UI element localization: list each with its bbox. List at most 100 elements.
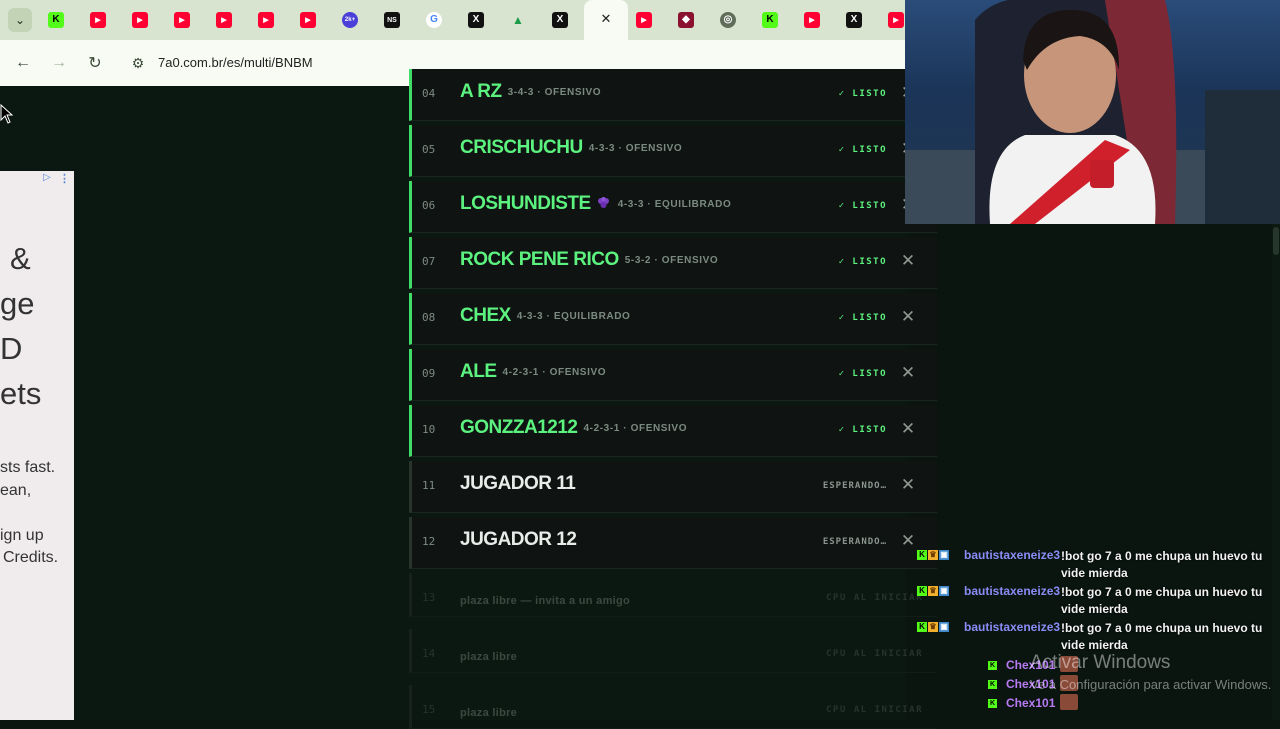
google-icon[interactable]: G — [426, 12, 442, 28]
kick-player-button[interactable]: ✕ — [899, 306, 917, 328]
ad-text: Credits. — [3, 549, 59, 566]
back-button[interactable]: ← — [12, 52, 34, 74]
youtube-icon[interactable]: ▶ — [174, 12, 190, 28]
youtube-icon[interactable]: ▶ — [300, 12, 316, 28]
player-row: 12 JUGADOR 12 ESPERANDO… ✕ — [409, 517, 937, 569]
chat-badges: K ♛ ▣ — [917, 622, 950, 636]
game-icon[interactable]: ◆ — [678, 12, 694, 28]
player-name-group: ROCK PENE RICO 5-3-2 · OFENSIVO — [460, 249, 718, 271]
kick-icon[interactable]: K — [762, 12, 778, 28]
chat-text: !bot go 7 a 0 me chupa un huevo tu vide … — [1061, 621, 1263, 652]
kick-icon[interactable]: K — [48, 12, 64, 28]
player-name-group: A RZ 3-4-3 · OFENSIVO — [460, 81, 601, 103]
reload-button[interactable]: ↻ — [84, 52, 106, 74]
player-name-group: LOSHUNDISTE 4-3-3 · EQUILIBRADO — [460, 193, 731, 215]
advertisement[interactable]: ▷ ⋮ & ge D ets sts fast. ean, ign up Cre… — [0, 171, 74, 720]
player-row: 06LOSHUNDISTE4-3-3 · EQUILIBRADO✓ LISTO✕ — [409, 181, 937, 233]
webcam-overlay — [905, 0, 1280, 224]
chat-username[interactable]: bautistaxeneize3 — [964, 584, 1060, 598]
youtube-icon[interactable]: ▶ — [888, 12, 904, 28]
tab-search-menu[interactable]: ⌄ — [8, 8, 32, 32]
player-name: LOSHUNDISTE — [460, 193, 591, 214]
player-name-group: plaza libre — invita a un amigo — [460, 595, 630, 607]
chat-username[interactable]: bautistaxeneize3 — [964, 620, 1060, 634]
player-row: 08 CHEX 4-3-3 · EQUILIBRADO ✓ LISTO ✕ — [409, 293, 937, 345]
activation-watermark-text: Ve a Configuración para activar Windows. — [1030, 677, 1272, 692]
x-icon[interactable]: X — [468, 12, 484, 28]
player-name-group: ALE 4-2-3-1 · OFENSIVO — [460, 361, 606, 383]
kick-badge-icon: K — [917, 622, 927, 632]
youtube-icon[interactable]: ▶ — [90, 12, 106, 28]
player-status: ESPERANDO… — [822, 481, 887, 491]
forward-button[interactable]: → — [48, 52, 70, 74]
ad-text: ets — [0, 376, 42, 411]
player-slot-number: 14 — [422, 647, 436, 660]
close-tab-button[interactable]: ✕ — [598, 11, 614, 27]
player-row: 04A RZ3-4-3 · OFENSIVO✓ LISTO✕ — [409, 69, 937, 121]
kick-badge-icon: K — [917, 586, 927, 596]
player-name-group: JUGADOR 12 — [460, 529, 577, 551]
scrollbar-thumb[interactable] — [1273, 227, 1279, 255]
player-name-group: CRISCHUCHU 4-3-3 · OFENSIVO — [460, 137, 682, 159]
player-status: ✓ LISTO — [838, 257, 887, 267]
chat-text: !bot go 7 a 0 me chupa un huevo tu vide … — [1061, 585, 1263, 616]
scrollbar-track[interactable] — [1272, 224, 1280, 720]
ad-menu-icon[interactable]: ⋮ — [59, 172, 71, 186]
player-name: ROCK PENE RICO — [460, 249, 619, 270]
youtube-icon[interactable]: ▶ — [804, 12, 820, 28]
player-name: A RZ — [460, 81, 502, 102]
chat-username[interactable]: bautistaxeneize3 — [964, 548, 1060, 562]
chat-badges: K ♛ ▣ — [917, 550, 950, 564]
kick-player-button[interactable]: ✕ — [899, 250, 917, 272]
chrome-icon[interactable]: ◎ — [720, 12, 736, 28]
player-name-group: plaza libre — [460, 651, 517, 663]
player-status: ESPERANDO… — [822, 537, 887, 547]
kick-player-button[interactable]: ✕ — [899, 362, 917, 384]
player-slot-number: 06 — [422, 199, 436, 212]
youtube-icon[interactable]: ▶ — [258, 12, 274, 28]
player-tactic: 4-2-3-1 · OFENSIVO — [502, 367, 607, 378]
kick-player-button[interactable]: ✕ — [899, 418, 917, 440]
player-tactic: 4-3-3 · OFENSIVO — [588, 143, 683, 154]
bot-badge-icon: ▣ — [939, 622, 949, 632]
ad-text: sts fast. — [0, 459, 56, 476]
player-row: 09 ALE 4-2-3-1 · OFENSIVO ✓ LISTO ✕ — [409, 349, 937, 401]
player-row: 14 plaza libre CPU AL INICIAR — [409, 629, 937, 673]
ad-text: ge — [0, 286, 35, 321]
player-status: ✓ LISTO — [838, 89, 887, 99]
player-name: CHEX — [460, 305, 511, 326]
player-status: ✓ LISTO — [838, 425, 887, 435]
youtube-icon[interactable]: ▶ — [216, 12, 232, 28]
x-icon[interactable]: X — [846, 12, 862, 28]
kick-player-button[interactable]: ✕ — [899, 530, 917, 552]
ns-icon[interactable]: NS — [384, 12, 400, 28]
x-icon[interactable]: X — [552, 12, 568, 28]
2k-icon[interactable]: 2k+ — [342, 12, 358, 28]
adchoices-icon[interactable]: ▷ — [43, 172, 55, 184]
drive-icon[interactable]: ▲ — [510, 12, 526, 28]
chat-username[interactable]: Chex101 — [1006, 696, 1055, 710]
ad-text: ign up — [0, 527, 44, 544]
site-settings-icon[interactable]: ⚙ — [128, 53, 148, 73]
youtube-icon[interactable]: ▶ — [132, 12, 148, 28]
chat-badges: K ♛ ▣ — [917, 586, 950, 600]
player-name-group: CHEX 4-3-3 · EQUILIBRADO — [460, 305, 630, 327]
player-slot-number: 05 — [422, 143, 436, 156]
kick-player-button[interactable]: ✕ — [899, 474, 917, 496]
player-slot-number: 15 — [422, 703, 436, 716]
player-slot-number: 09 — [422, 367, 436, 380]
player-tactic: 5-3-2 · OFENSIVO — [624, 255, 719, 266]
address-bar[interactable]: 7a0.com.br/es/multi/BNBM — [158, 55, 313, 70]
mouse-cursor-icon — [0, 104, 14, 124]
grape-emote-icon — [597, 197, 609, 208]
player-status: ✓ LISTO — [838, 313, 887, 323]
player-slot-number: 08 — [422, 311, 436, 324]
youtube-icon[interactable]: ▶ — [636, 12, 652, 28]
player-slot-number: 12 — [422, 535, 436, 548]
player-status: CPU AL INICIAR — [826, 705, 923, 715]
player-slot-number: 10 — [422, 423, 436, 436]
player-name: plaza libre — [460, 707, 518, 719]
player-status: CPU AL INICIAR — [826, 649, 923, 659]
player-slot-number: 11 — [422, 479, 436, 492]
emote-icon — [1060, 694, 1078, 710]
